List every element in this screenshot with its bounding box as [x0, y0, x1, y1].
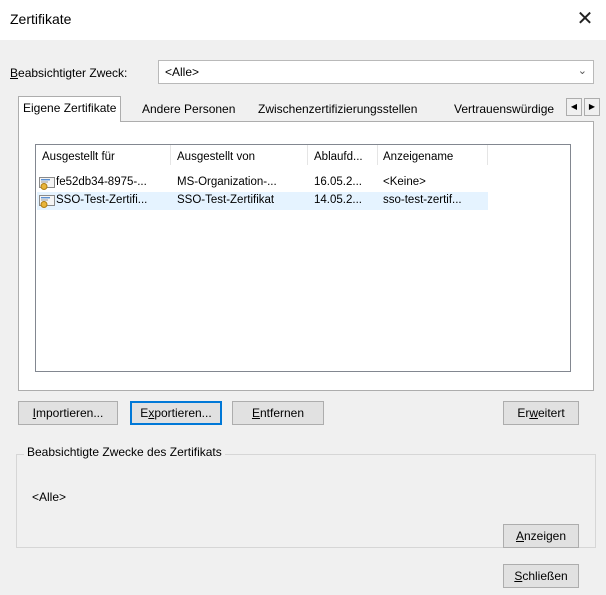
- cell-issued-to: SSO-Test-Zertifi...: [56, 194, 148, 206]
- close-button[interactable]: Schließen: [503, 564, 579, 588]
- column-issued-by[interactable]: Ausgestellt von: [177, 151, 255, 163]
- table-row[interactable]: SSO-Test-Zertifi... SSO-Test-Zertifikat …: [37, 192, 488, 210]
- certificate-list[interactable]: Ausgestellt für Ausgestellt von Ablaufd.…: [35, 144, 571, 372]
- advanced-label: eitert: [537, 406, 565, 420]
- chevron-down-icon: ⌄: [577, 65, 587, 77]
- tab-panel: Ausgestellt für Ausgestellt von Ablaufd.…: [18, 121, 594, 391]
- tab-intermediate-cas[interactable]: Zwischenzertifizierungsstellen: [254, 98, 421, 120]
- title-bar: Zertifikate ✕: [0, 0, 606, 40]
- list-header: Ausgestellt für Ausgestellt von Ablaufd.…: [36, 145, 570, 167]
- table-row[interactable]: fe52db34-8975-... MS-Organization-... 16…: [37, 174, 488, 192]
- remove-label: ntfernen: [259, 406, 305, 420]
- tab-trusted-roots[interactable]: Vertrauenswürdige: [450, 98, 558, 120]
- purposes-value: <Alle>: [32, 490, 67, 504]
- cell-issued-to: fe52db34-8975-...: [56, 176, 147, 188]
- window-title: Zertifikate: [10, 11, 72, 27]
- view-hotkey: A: [515, 529, 524, 543]
- advanced-hotkey: w: [529, 406, 538, 420]
- certificate-icon: [39, 177, 55, 190]
- column-divider: [307, 145, 308, 165]
- import-label: mportieren...: [35, 406, 104, 420]
- import-button[interactable]: Importieren...: [18, 401, 118, 425]
- cell-expiration: 14.05.2...: [314, 194, 362, 206]
- column-expiration[interactable]: Ablaufd...: [314, 151, 363, 163]
- certificates-dialog: Zertifikate ✕ Beabsichtigter Zweck: <All…: [0, 0, 606, 595]
- view-button[interactable]: Anzeigen: [503, 524, 579, 548]
- remove-hotkey: E: [251, 406, 260, 420]
- tab-strip: Eigene Zertifikate Andere Personen Zwisc…: [18, 96, 606, 122]
- column-divider: [377, 145, 378, 165]
- column-divider: [487, 145, 488, 165]
- intended-purpose-hotkey: B: [10, 66, 19, 80]
- column-friendly-name[interactable]: Anzeigename: [383, 151, 453, 163]
- column-divider: [170, 145, 171, 165]
- tab-scroll-left-icon[interactable]: ◀: [566, 98, 582, 116]
- cell-friendly-name: <Keine>: [383, 176, 426, 188]
- close-icon[interactable]: ✕: [572, 6, 598, 32]
- export-label: portieren...: [154, 406, 212, 420]
- tab-scroll-right-icon[interactable]: ▶: [584, 98, 600, 116]
- view-label: nzeigen: [523, 529, 567, 543]
- column-issued-to[interactable]: Ausgestellt für: [42, 151, 115, 163]
- certificate-icon: [39, 195, 55, 208]
- purposes-group-title: Beabsichtigte Zwecke des Zertifikats: [24, 445, 225, 459]
- tab-other-people[interactable]: Andere Personen: [138, 98, 239, 120]
- cell-issued-by: MS-Organization-...: [177, 176, 277, 188]
- intended-purpose-label-text: eabsichtigter Zweck:: [18, 66, 128, 80]
- export-button[interactable]: Exportieren...: [130, 401, 222, 425]
- close-label: chließen: [522, 569, 568, 583]
- remove-button[interactable]: Entfernen: [232, 401, 324, 425]
- cell-issued-by: SSO-Test-Zertifikat: [177, 194, 275, 206]
- cell-friendly-name: sso-test-zertif...: [383, 194, 462, 206]
- tab-own-certificates[interactable]: Eigene Zertifikate: [18, 96, 122, 122]
- intended-purpose-label: Beabsichtigter Zweck:: [10, 66, 127, 80]
- intended-purpose-dropdown[interactable]: <Alle> ⌄: [158, 60, 594, 84]
- cell-expiration: 16.05.2...: [314, 176, 362, 188]
- advanced-button[interactable]: Erweitert: [503, 401, 579, 425]
- intended-purpose-value: <Alle>: [165, 65, 200, 79]
- advanced-label-pre: Er: [517, 406, 530, 420]
